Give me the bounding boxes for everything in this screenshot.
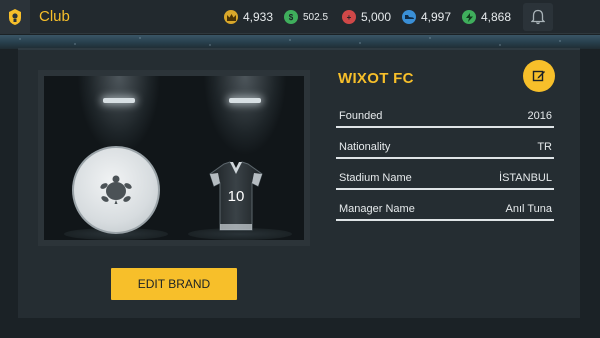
club-badge[interactable] [72,146,160,234]
info-label: Stadium Name [339,172,412,184]
shoe-coin-icon [402,10,416,24]
info-row-founded: Founded 2016 [336,106,554,128]
pencil-icon [532,70,545,82]
currency-value: 4,997 [421,10,452,24]
edit-brand-button[interactable]: EDIT BRAND [111,268,237,300]
turtle-icon [100,175,132,204]
lamp-left [103,98,135,103]
notifications-button[interactable] [523,3,553,31]
info-label: Manager Name [339,203,415,215]
info-label: Founded [339,110,383,122]
info-row-nationality: Nationality TR [336,137,554,159]
currency-shoe[interactable]: 4,997 [402,9,451,25]
crown-coin-icon [224,10,238,24]
top-bar: Club 4,933 $ 502.5 + 5,000 4,997 4,868 [0,0,600,34]
home-button[interactable] [0,0,30,34]
currency-value: 4,933 [243,10,274,24]
club-jersey[interactable]: 10 [208,160,264,236]
info-value: 2016 [527,110,552,122]
page-title: Club [39,8,70,25]
brand-showcase: 10 [38,70,310,246]
bolt-coin-icon [462,10,476,24]
info-value: TR [537,141,552,153]
bell-icon [531,9,545,25]
info-row-manager: Manager Name Anıl Tuna [336,199,554,221]
info-row-stadium: Stadium Name İSTANBUL [336,168,554,190]
plus-coin-icon: + [342,10,356,24]
jersey-number: 10 [227,188,245,205]
decorative-band [0,35,600,49]
info-value: Anıl Tuna [505,203,552,215]
dollar-coin-icon: $ [284,10,298,24]
club-crest-icon [9,9,21,25]
currency-bolt[interactable]: 4,868 [462,9,511,25]
currency-value: 5,000 [361,10,392,24]
currency-value: 4,868 [481,10,512,24]
currency-crown[interactable]: 4,933 [224,9,273,25]
info-label: Nationality [339,141,391,153]
info-value: İSTANBUL [499,172,552,184]
currency-plus[interactable]: + 5,000 [342,9,391,25]
lamp-right [229,98,261,103]
club-panel: 10 WIXOT FC Founded 2016 Nationality TR … [18,48,580,318]
currency-value: 502.5 [303,11,329,23]
currency-dollar[interactable]: $ 502.5 [284,9,328,25]
edit-club-button[interactable] [523,60,555,92]
club-name: WIXOT FC [338,70,414,87]
